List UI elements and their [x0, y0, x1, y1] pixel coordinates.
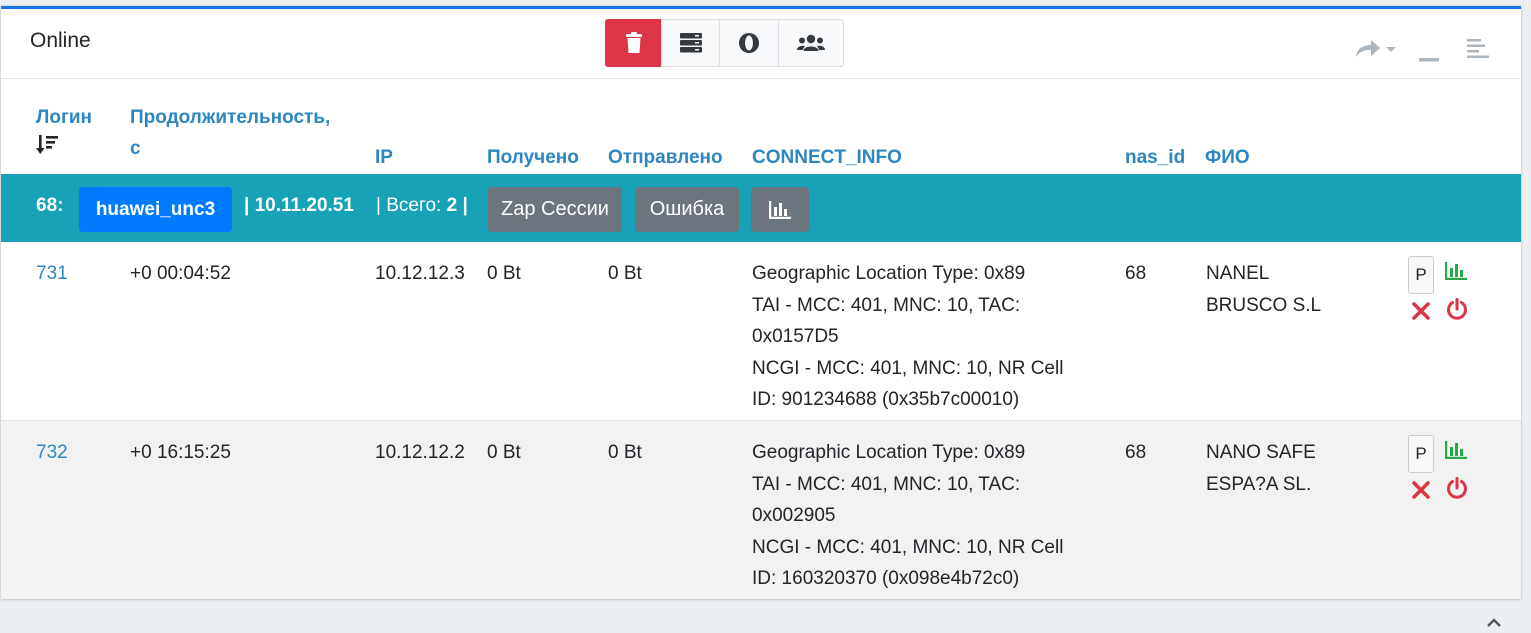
- toolbar-button-group: [605, 19, 844, 67]
- nas-name-badge[interactable]: huawei_unc3: [79, 187, 232, 232]
- close-icon: [1412, 481, 1430, 499]
- fio-cell: NANEL BRUSCO S.L: [1206, 263, 1322, 316]
- card-header: Online: [1, 9, 1521, 79]
- zap-sessions-button[interactable]: Zap Сессии: [488, 187, 622, 232]
- power-icon: [1447, 477, 1467, 499]
- users-button[interactable]: [778, 19, 844, 67]
- menu-button[interactable]: [1467, 37, 1489, 65]
- share-dropdown[interactable]: [1356, 39, 1398, 65]
- received-cell: 0 Bt: [487, 263, 521, 284]
- p-button[interactable]: P: [1408, 256, 1434, 294]
- card-title: Online: [30, 29, 91, 52]
- opera-button[interactable]: [719, 19, 779, 67]
- bar-chart-icon: [769, 200, 791, 219]
- table-row: 732 +0 16:15:25 10.12.12.2 0 Bt 0 Bt Geo…: [1, 421, 1521, 599]
- nas-group-row: 68: huawei_unc3 | 10.11.20.51 | Всего: 2…: [1, 174, 1521, 242]
- servers-button[interactable]: [661, 19, 720, 67]
- bar-chart-icon: [1445, 262, 1467, 280]
- nas-id-cell: 68: [1125, 263, 1147, 284]
- fio-cell: NANO SAFE ESPA?A SL.: [1206, 442, 1316, 495]
- collapse-button[interactable]: [1419, 46, 1439, 68]
- online-card: Online Логин Продолжительность, с IP Пол…: [1, 6, 1521, 599]
- menu-lines-icon: [1467, 39, 1489, 58]
- sent-cell: 0 Bt: [608, 263, 642, 284]
- ip-cell: 10.12.12.2: [375, 442, 465, 463]
- column-login[interactable]: Логин: [36, 102, 92, 155]
- p-button[interactable]: P: [1408, 435, 1434, 473]
- duration-cell: +0 16:15:25: [130, 442, 231, 463]
- nas-ip: | 10.11.20.51: [244, 195, 354, 216]
- login-link[interactable]: 732: [36, 442, 68, 463]
- server-icon: [679, 33, 702, 53]
- users-icon: [797, 34, 825, 51]
- column-connect-info[interactable]: CONNECT_INFO: [752, 142, 902, 173]
- nas-id-cell: 68: [1125, 442, 1147, 463]
- opera-icon: [739, 33, 759, 53]
- delete-session-button[interactable]: [1412, 302, 1430, 326]
- sessions-total: | Всего: 2 |: [376, 195, 468, 216]
- duration-cell: +0 00:04:52: [130, 263, 231, 284]
- minimize-icon: [1419, 58, 1439, 62]
- connect-info-cell: Geographic Location Type: 0x89 TAI - MCC…: [752, 263, 1064, 410]
- group-stats-button[interactable]: [751, 187, 809, 232]
- hangup-button[interactable]: [1446, 298, 1468, 326]
- login-cell: 731: [36, 258, 68, 290]
- delete-session-button[interactable]: [1412, 481, 1430, 505]
- close-icon: [1412, 302, 1430, 320]
- table-row: 731 +0 00:04:52 10.12.12.3 0 Bt 0 Bt Geo…: [1, 242, 1521, 421]
- connect-info-cell: Geographic Location Type: 0x89 TAI - MCC…: [752, 442, 1064, 589]
- column-fio[interactable]: ФИО: [1205, 142, 1250, 173]
- login-link[interactable]: 731: [36, 263, 68, 284]
- trash-icon: [625, 32, 642, 53]
- column-duration[interactable]: Продолжительность, с: [130, 102, 330, 164]
- login-cell: 732: [36, 437, 68, 469]
- ip-cell: 10.12.12.3: [375, 263, 465, 284]
- column-ip[interactable]: IP: [375, 142, 393, 173]
- received-cell: 0 Bt: [487, 442, 521, 463]
- delete-button[interactable]: [605, 19, 662, 67]
- sort-desc-icon[interactable]: [36, 135, 58, 155]
- hangup-button[interactable]: [1446, 477, 1468, 505]
- sent-cell: 0 Bt: [608, 442, 642, 463]
- group-number: 68:: [36, 195, 64, 216]
- power-icon: [1447, 298, 1467, 320]
- column-sent[interactable]: Отправлено: [608, 142, 723, 173]
- scroll-top-button[interactable]: [1487, 611, 1501, 633]
- session-stats-button[interactable]: [1445, 262, 1467, 286]
- bar-chart-icon: [1445, 441, 1467, 459]
- share-icon: [1356, 40, 1396, 57]
- column-received[interactable]: Получено: [487, 142, 579, 173]
- column-nas-id[interactable]: nas_id: [1125, 142, 1185, 173]
- error-button[interactable]: Ошибка: [635, 187, 739, 232]
- table-header: Логин Продолжительность, с IP Получено О…: [1, 79, 1398, 185]
- session-stats-button[interactable]: [1445, 441, 1467, 465]
- chevron-up-icon: [1487, 618, 1501, 627]
